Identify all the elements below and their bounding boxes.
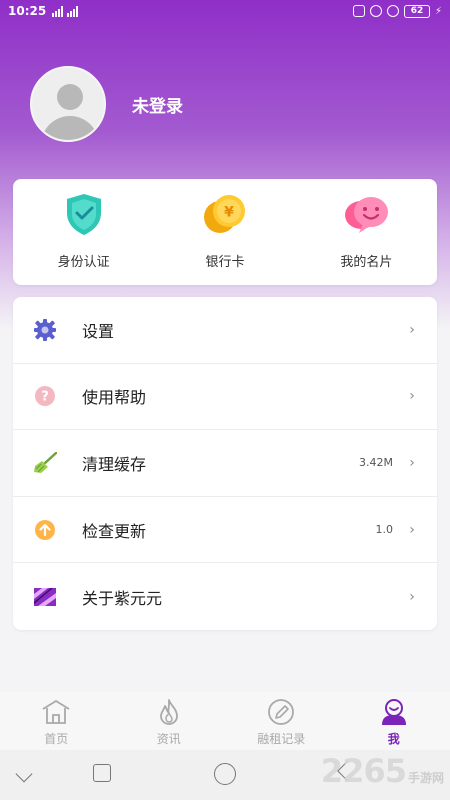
- signal-icon: [52, 5, 64, 17]
- flame-icon: [159, 699, 178, 725]
- lock-rotation-icon: [369, 5, 382, 17]
- home-icon: [42, 700, 70, 724]
- vibrate-icon: [352, 5, 365, 17]
- shield-check-icon: [66, 194, 101, 235]
- quick-label-identity: 身份认证: [57, 255, 110, 270]
- svg-text:¥: ¥: [224, 205, 234, 221]
- menu-item-about[interactable]: 关于紫元元 ›: [13, 563, 437, 630]
- broom-icon: [33, 451, 57, 475]
- chevron-right-icon: ›: [409, 321, 415, 338]
- watermark-number: 2265: [320, 752, 407, 790]
- nav-recents-icon[interactable]: [93, 764, 111, 782]
- update-arrow-icon: [33, 518, 57, 542]
- tab-lease-records[interactable]: 融租记录: [225, 692, 338, 750]
- status-right-icons: 62 ⚡: [352, 4, 442, 18]
- battery-icon: 62: [403, 4, 430, 18]
- bottom-tab-bar: 首页 资讯 融租记录 我: [0, 692, 450, 750]
- signal-icon-2: [67, 5, 79, 17]
- menu-item-help[interactable]: ? 使用帮助 ›: [13, 364, 437, 431]
- charging-icon: ⚡: [434, 5, 442, 17]
- watermark: 2265 手游网: [321, 752, 444, 790]
- quick-label-card: 我的名片: [340, 255, 393, 270]
- avatar-body: [41, 116, 99, 140]
- menu-label-about: 关于紫元元: [82, 588, 163, 608]
- alarm-icon: [386, 5, 399, 17]
- tab-label-home: 首页: [44, 732, 69, 746]
- nav-home-icon[interactable]: [214, 763, 236, 785]
- quick-label-bankcard: 银行卡: [205, 255, 245, 270]
- menu-label-check-update: 检查更新: [82, 521, 147, 541]
- quick-item-card[interactable]: 我的名片: [296, 179, 437, 285]
- menu-label-settings: 设置: [82, 321, 115, 341]
- help-icon: ?: [33, 384, 57, 408]
- avatar-head: [57, 84, 83, 110]
- menu-list: 设置 › ? 使用帮助 › 清理缓存 3.42M › 检查更新 1.0 › 关于…: [13, 297, 437, 630]
- tab-home[interactable]: 首页: [0, 692, 113, 750]
- menu-label-clear-cache: 清理缓存: [82, 454, 147, 474]
- smile-chat-icon: [345, 197, 389, 233]
- svg-text:?: ?: [41, 390, 49, 405]
- gear-icon: [33, 318, 57, 342]
- menu-item-settings[interactable]: 设置 ›: [13, 297, 437, 364]
- coin-yen-icon: ¥: [203, 195, 245, 233]
- chevron-right-icon: ›: [409, 388, 415, 405]
- tab-me[interactable]: 我: [338, 692, 450, 750]
- status-time: 10:25: [8, 4, 47, 18]
- user-profile-icon: [381, 699, 406, 725]
- status-bar: 10:25 62 ⚡: [0, 0, 450, 22]
- chevron-right-icon: ›: [409, 588, 415, 605]
- chevron-right-icon: ›: [409, 454, 415, 471]
- tab-news[interactable]: 资讯: [113, 692, 226, 750]
- pen-record-icon: [268, 699, 295, 725]
- tab-label-me: 我: [387, 732, 400, 746]
- login-status[interactable]: 未登录: [132, 92, 183, 117]
- profile-header[interactable]: 未登录: [30, 66, 183, 142]
- version-value: 1.0: [375, 523, 394, 537]
- chevron-right-icon: ›: [409, 521, 415, 538]
- quick-item-identity[interactable]: 身份认证: [13, 179, 154, 285]
- tab-label-lease-records: 融租记录: [257, 732, 306, 746]
- watermark-text: 手游网: [407, 771, 444, 785]
- tab-label-news: 资讯: [156, 732, 181, 746]
- menu-item-check-update[interactable]: 检查更新 1.0 ›: [13, 497, 437, 564]
- nav-back-icon[interactable]: [15, 765, 33, 783]
- brand-logo-icon: [33, 585, 57, 609]
- menu-item-clear-cache[interactable]: 清理缓存 3.42M ›: [13, 430, 437, 497]
- cache-size-value: 3.42M: [359, 456, 393, 470]
- quick-item-bankcard[interactable]: ¥ 银行卡: [154, 179, 295, 285]
- avatar[interactable]: [30, 66, 106, 142]
- menu-label-help: 使用帮助: [82, 388, 147, 408]
- quick-actions-card: 身份认证 ¥ 银行卡 我的名片: [13, 179, 437, 285]
